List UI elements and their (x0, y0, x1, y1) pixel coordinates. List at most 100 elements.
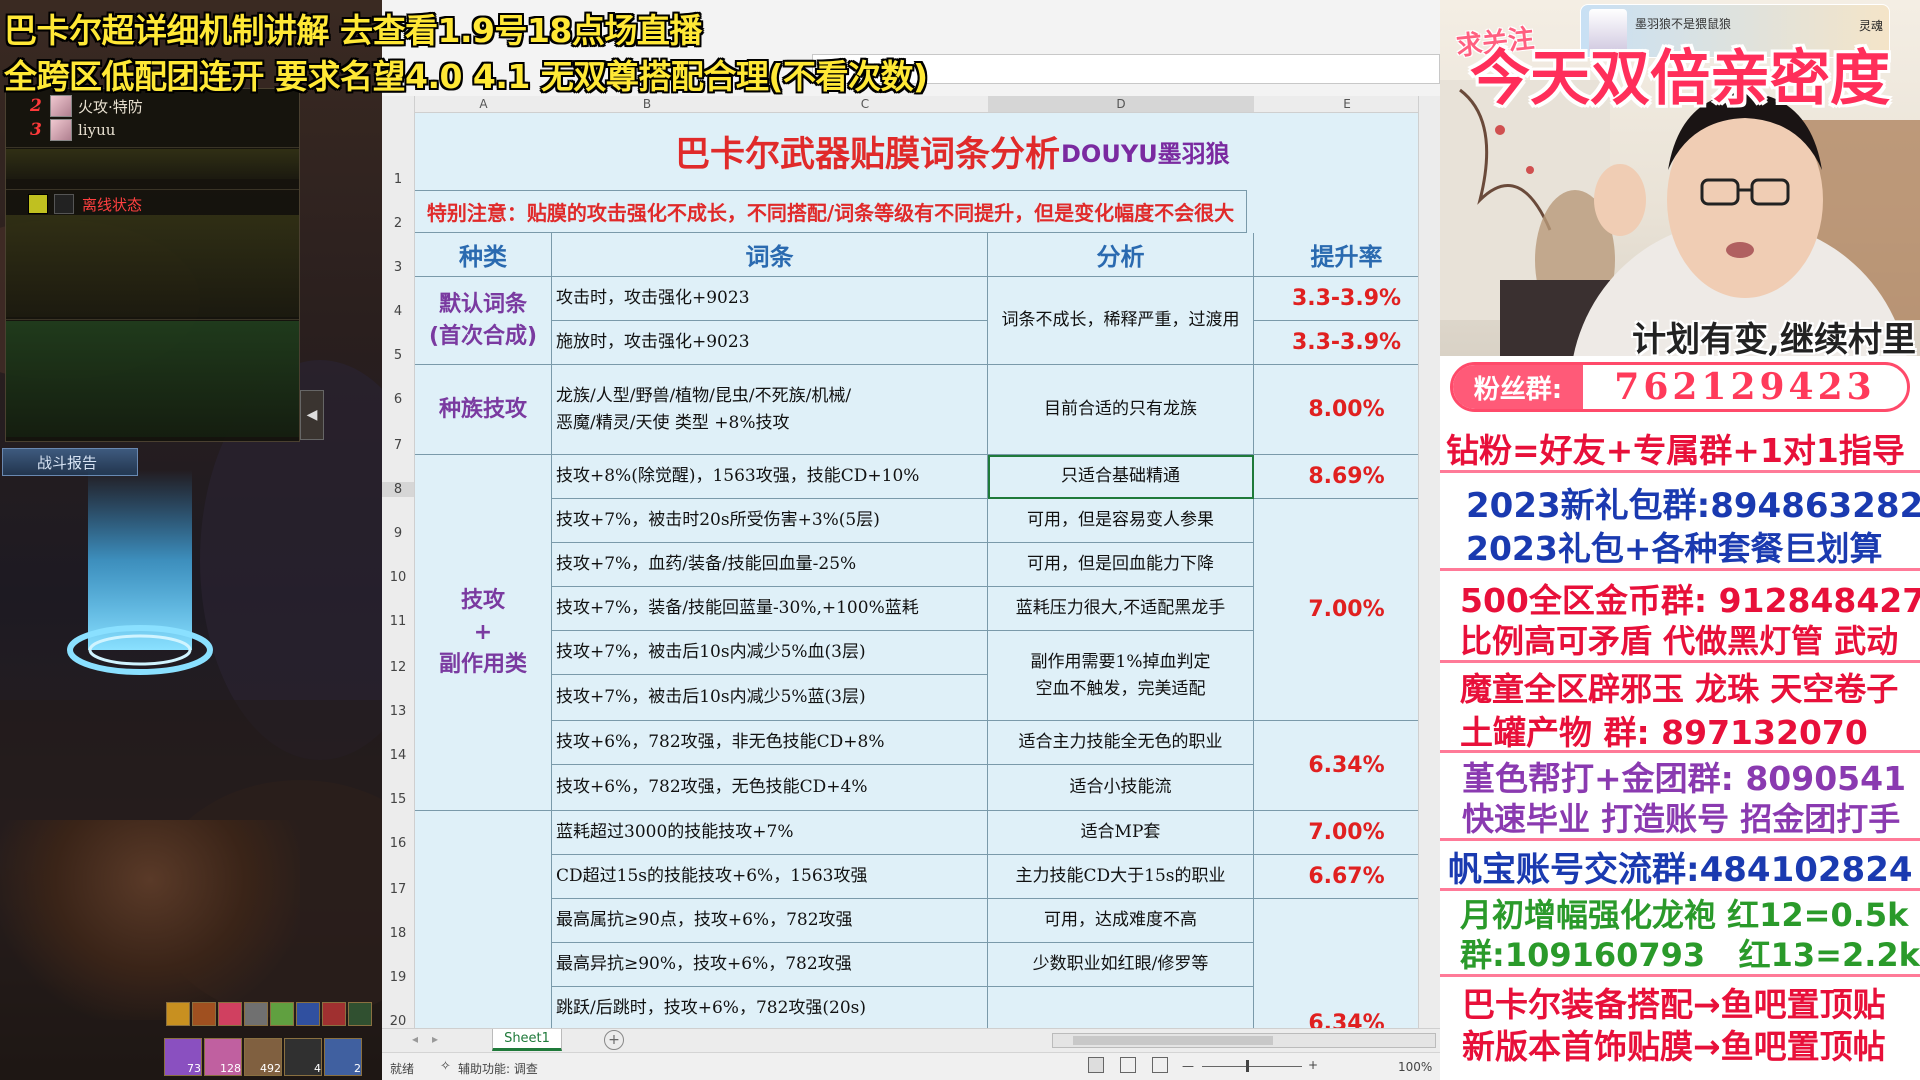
skill-slot[interactable] (296, 1002, 320, 1026)
page-layout-icon[interactable] (1120, 1057, 1136, 1073)
skill-slot[interactable] (192, 1002, 216, 1026)
entry-cell[interactable]: 技攻+8%(除觉醒)，1563攻强，技能CD+10% (552, 455, 988, 499)
analysis-cell-selected[interactable]: 只适合基础精通 (988, 455, 1254, 499)
tab-nav-right-icon[interactable]: ▸ (432, 1032, 438, 1046)
analysis-cell[interactable]: 目前合适的只有龙族 (988, 365, 1254, 455)
sheet-note-cell[interactable]: 特别注意：贴膜的攻击强化不成长，不同搭配/词条等级有不同提升，但是变化幅度不会很… (415, 191, 1247, 233)
row-header[interactable]: 1 (382, 172, 414, 187)
row-header[interactable]: 19 (382, 970, 414, 985)
sheet-title-cell[interactable]: 巴卡尔武器贴膜词条分析 DOUYU墨羽狼 (415, 113, 1247, 191)
tab-sheet1[interactable]: Sheet1 (492, 1029, 562, 1051)
item-slot[interactable]: 128 (204, 1038, 242, 1076)
party-member-2[interactable]: 2 火攻·特防 (30, 95, 143, 117)
analysis-cell[interactable]: 适合小技能流 (988, 765, 1254, 811)
row-header[interactable]: 10 (382, 570, 414, 585)
entry-cell[interactable]: 跳跃/后跳时，技攻+6%，782攻强(20s) (552, 987, 988, 1028)
column-header-c[interactable]: C (742, 96, 988, 112)
column-header-a[interactable]: A (415, 96, 552, 113)
collapse-panel-button[interactable]: ◀ (300, 390, 324, 440)
analysis-cell[interactable]: 主力技能CD大于15s的职业 (988, 855, 1254, 899)
header-rate[interactable]: 提升率 (1254, 233, 1418, 277)
zoom-out-button[interactable]: — (1182, 1059, 1194, 1073)
skill-slot[interactable] (322, 1002, 346, 1026)
row-header[interactable]: 7 (382, 438, 414, 453)
rate-cell[interactable]: 7.00% (1254, 499, 1418, 721)
analysis-cell[interactable]: 可用，达成难度不高 (988, 899, 1254, 943)
entry-cell[interactable]: 技攻+7%，装备/技能回蓝量-30%,+100%蓝耗 (552, 587, 988, 631)
analysis-cell[interactable]: 适合MP套 (988, 811, 1254, 855)
rate-cell[interactable]: 6.34% (1254, 899, 1418, 1028)
row-header[interactable]: 3 (382, 260, 414, 275)
row-header[interactable]: 20 (382, 1014, 414, 1029)
rate-cell[interactable]: 3.3-3.9% (1254, 277, 1418, 321)
tab-nav-left-icon[interactable]: ◂ (412, 1032, 418, 1046)
column-header-b-c[interactable]: B C (552, 96, 988, 113)
skill-slot[interactable] (270, 1002, 294, 1026)
entry-cell[interactable]: 技攻+7%，被击后10s内减少5%血(3层) (552, 631, 988, 675)
analysis-cell[interactable]: 副作用需要1%掉血判定 空血不触发，完美适配 (988, 631, 1254, 721)
row-header[interactable]: 14 (382, 748, 414, 763)
analysis-cell[interactable]: 少数职业如红眼/修罗等 (988, 943, 1254, 987)
header-entry[interactable]: 词条 (552, 233, 988, 277)
skill-slot[interactable] (348, 1002, 372, 1026)
analysis-cell[interactable]: 可用，但是容易变人参果 (988, 499, 1254, 543)
type-condition[interactable] (415, 811, 552, 1028)
add-sheet-button[interactable]: + (604, 1030, 624, 1050)
header-type[interactable]: 种类 (415, 233, 552, 277)
row-header[interactable]: 8 (382, 482, 414, 497)
vertical-scrollbar[interactable] (1418, 96, 1440, 1028)
column-header-d[interactable]: D (988, 96, 1254, 113)
horizontal-scrollbar[interactable] (1052, 1033, 1436, 1048)
fan-group-pill[interactable]: 粉丝群: 762129423 (1450, 362, 1910, 412)
analysis-cell[interactable]: 蓝耗压力很大,不适配黑龙手 (988, 587, 1254, 631)
rate-cell[interactable]: 6.34% (1254, 721, 1418, 811)
page-break-icon[interactable] (1152, 1057, 1168, 1073)
analysis-cell[interactable]: 可用，但是回血能力下降 (988, 543, 1254, 587)
type-default[interactable]: 默认词条 (首次合成) (415, 277, 552, 365)
entry-cell[interactable]: 技攻+6%，782攻强，非无色技能CD+8% (552, 721, 988, 765)
row-header[interactable]: 15 (382, 792, 414, 807)
offline-status-row[interactable]: 离线状态 (28, 193, 142, 215)
scrollbar-thumb[interactable] (1073, 1036, 1273, 1045)
row-header[interactable]: 5 (382, 348, 414, 363)
entry-cell[interactable]: 施放时，攻击强化+9023 (552, 321, 988, 365)
header-analysis[interactable]: 分析 (988, 233, 1254, 277)
row-header[interactable]: 18 (382, 926, 414, 941)
rate-cell[interactable]: 8.69% (1254, 455, 1418, 499)
entry-cell[interactable]: 最高异抗≥90%，技攻+6%，782攻强 (552, 943, 988, 987)
type-skill-side[interactable]: 技攻 + 副作用类 (415, 455, 552, 811)
row-header[interactable]: 9 (382, 526, 414, 541)
type-race[interactable]: 种族技攻 (415, 365, 552, 455)
entry-cell[interactable]: 龙族/人型/野兽/植物/昆虫/不死族/机械/ 恶魔/精灵/天使 类型 +8%技攻 (552, 365, 988, 455)
skill-slot[interactable] (218, 1002, 242, 1026)
skill-slot[interactable] (244, 1002, 268, 1026)
zoom-slider-handle[interactable] (1246, 1060, 1249, 1072)
row-header[interactable]: 12 (382, 660, 414, 675)
column-header-b[interactable]: B (552, 96, 742, 112)
item-slot[interactable]: 4 (284, 1038, 322, 1076)
row-header[interactable]: 16 (382, 836, 414, 851)
row-header[interactable]: 4 (382, 304, 414, 319)
row-header[interactable]: 6 (382, 392, 414, 407)
status-accessibility[interactable]: 辅助功能: 调查 (458, 1060, 538, 1077)
entry-cell[interactable]: 攻击时，攻击强化+9023 (552, 277, 988, 321)
item-slot[interactable]: 73 (164, 1038, 202, 1076)
analysis-cell[interactable]: 适合主力技能全无色的职业 (988, 721, 1254, 765)
entry-cell[interactable]: 技攻+7%，被击时20s所受伤害+3%(5层) (552, 499, 988, 543)
entry-cell[interactable]: 最高属抗≥90点，技攻+6%，782攻强 (552, 899, 988, 943)
zoom-level[interactable]: 100% (1398, 1060, 1432, 1074)
entry-cell[interactable]: 技攻+6%，782攻强，无色技能CD+4% (552, 765, 988, 811)
entry-cell[interactable]: 技攻+7%，血药/装备/技能回血量-25% (552, 543, 988, 587)
rate-cell[interactable]: 8.00% (1254, 365, 1418, 455)
analysis-cell[interactable]: 词条不成长，稀释严重，过渡用 (988, 277, 1254, 365)
analysis-cell[interactable] (988, 987, 1254, 1028)
item-slot[interactable]: 2 (324, 1038, 362, 1076)
party-member-3[interactable]: 3 liyuu (30, 119, 115, 141)
normal-view-icon[interactable] (1088, 1057, 1104, 1073)
entry-cell[interactable]: 技攻+7%，被击后10s内减少5%蓝(3层) (552, 675, 988, 721)
skill-slot[interactable] (166, 1002, 190, 1026)
row-header[interactable]: 17 (382, 882, 414, 897)
item-slot[interactable]: 492 (244, 1038, 282, 1076)
rate-cell[interactable]: 3.3-3.9% (1254, 321, 1418, 365)
entry-cell[interactable]: 蓝耗超过3000的技能技攻+7% (552, 811, 988, 855)
